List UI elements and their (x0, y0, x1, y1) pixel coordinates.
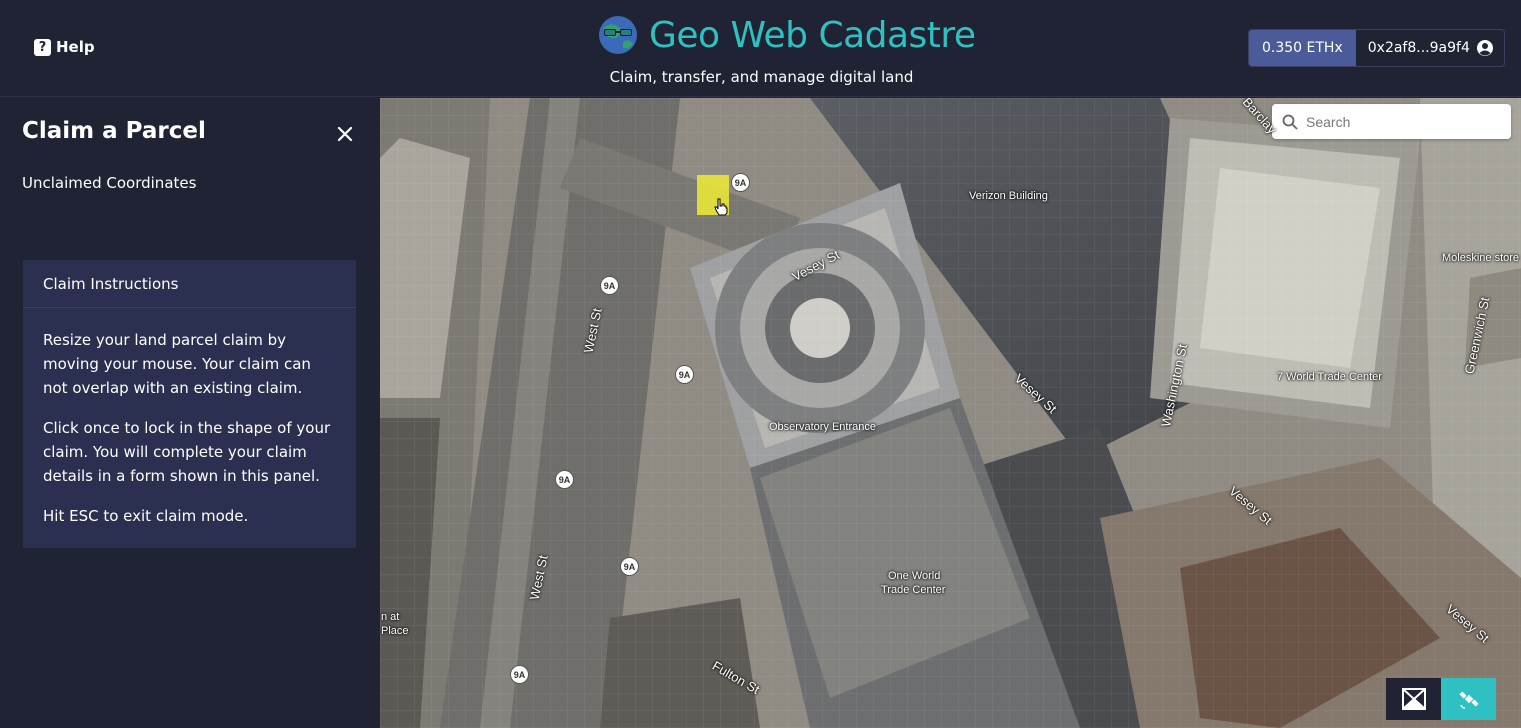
poi-label: 7 World Trade Center (1277, 371, 1382, 383)
map-canvas[interactable]: Verizon Building Moleskine store 7 World… (380, 98, 1521, 728)
panel-title: Claim a Parcel (22, 118, 206, 144)
satellite-view-button[interactable] (1441, 678, 1496, 720)
route-badge: 9A (600, 276, 619, 295)
wallet-widget[interactable]: 0.350 ETHx 0x2af8...9a9f4 (1248, 29, 1505, 67)
satellite-imagery (380, 98, 1521, 728)
coordinates-label: Unclaimed Coordinates (22, 174, 197, 192)
poi-label: Place (381, 625, 409, 637)
close-icon[interactable] (334, 123, 356, 145)
poi-label: Observatory Entrance (769, 421, 876, 433)
route-badge: 9A (555, 470, 574, 489)
brand: Geo Web Cadastre (597, 14, 976, 56)
instruction-paragraph: Click once to lock in the shape of your … (43, 419, 331, 485)
app-title: Geo Web Cadastre (649, 14, 976, 56)
app-header: ? Help Geo Web Cadastre Claim, transfer,… (0, 0, 1521, 97)
account-address: 0x2af8...9a9f4 (1367, 40, 1470, 56)
search-icon (1282, 114, 1298, 129)
balance-badge[interactable]: 0.350 ETHx (1249, 30, 1356, 66)
app-subtitle: Claim, transfer, and manage digital land (609, 68, 914, 86)
question-icon: ? (34, 38, 51, 56)
map-view-button[interactable] (1386, 678, 1441, 720)
poi-label: Trade Center (881, 584, 946, 596)
map-view-icon (1401, 688, 1426, 710)
globe-logo-icon (599, 16, 637, 54)
route-badge: 9A (620, 557, 639, 576)
claim-sidebar: Claim a Parcel Unclaimed Coordinates Cla… (0, 98, 380, 728)
user-avatar-icon (1476, 40, 1493, 56)
instruction-paragraph: Resize your land parcel claim by moving … (43, 331, 311, 397)
route-badge: 9A (675, 365, 694, 384)
poi-label: n at (381, 611, 400, 623)
account-button[interactable]: 0x2af8...9a9f4 (1355, 30, 1504, 66)
route-badge: 9A (731, 173, 750, 192)
search-input[interactable] (1306, 113, 1496, 130)
help-label: Help (56, 38, 95, 56)
instructions-card: Claim Instructions Resize your land parc… (23, 260, 356, 548)
map-view-controls (1386, 678, 1496, 720)
instruction-paragraph: Hit ESC to exit claim mode. (43, 507, 249, 525)
map-search-box[interactable] (1272, 104, 1511, 139)
card-body: Resize your land parcel claim by moving … (23, 308, 356, 528)
hand-cursor-icon (714, 198, 728, 216)
route-badge: 9A (510, 665, 529, 684)
poi-label: Verizon Building (969, 190, 1048, 202)
card-header: Claim Instructions (23, 260, 356, 308)
poi-label: One World (888, 570, 941, 582)
satellite-view-icon (1458, 691, 1479, 709)
poi-label: Moleskine store (1442, 252, 1520, 264)
help-button[interactable]: ? Help (34, 38, 95, 56)
